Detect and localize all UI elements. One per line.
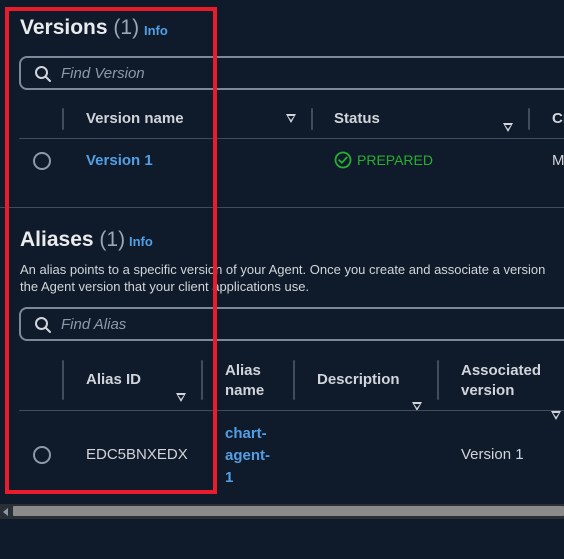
column-header-alias-id[interactable]: Alias ID: [86, 371, 141, 388]
column-header-version-name[interactable]: Version name: [86, 110, 184, 127]
column-header-description[interactable]: Description: [317, 371, 400, 388]
versions-title: Versions: [20, 16, 108, 39]
alias-id-cell: EDC5BNXEDX: [86, 446, 188, 463]
version-search-input[interactable]: Find Version: [19, 56, 564, 90]
alias-name-line: 1: [225, 469, 234, 486]
status-text: PREPARED: [357, 152, 433, 168]
aliases-heading: Aliases (1): [20, 228, 125, 252]
column-separator: [528, 108, 530, 130]
column-separator: [437, 360, 439, 400]
column-header-line: version: [461, 382, 515, 399]
alias-name-line: agent-: [225, 447, 270, 464]
column-header-alias-name[interactable]: Alias name: [225, 361, 264, 401]
column-header-created[interactable]: Cr: [552, 110, 564, 127]
column-header-line: Alias: [225, 362, 261, 379]
column-separator: [62, 360, 64, 400]
sort-icon[interactable]: [286, 114, 296, 123]
aliases-description-line: An alias points to a specific version of…: [20, 262, 546, 277]
alias-search-placeholder: Find Alias: [61, 316, 127, 333]
aliases-description: An alias points to a specific version of…: [20, 261, 545, 295]
versions-info-link[interactable]: Info: [144, 23, 168, 38]
version-row-radio[interactable]: [33, 152, 51, 170]
version-search-placeholder: Find Version: [61, 65, 145, 82]
section-divider: [0, 207, 564, 208]
check-circle-icon: [334, 151, 352, 169]
aliases-info-link[interactable]: Info: [129, 234, 153, 249]
alias-name-link[interactable]: chart- agent- 1: [225, 423, 270, 489]
status-badge: PREPARED: [334, 151, 433, 169]
column-separator: [293, 360, 295, 400]
search-icon: [35, 66, 51, 82]
column-header-line: name: [225, 382, 265, 399]
horizontal-scrollbar[interactable]: [0, 504, 564, 519]
alias-name-line: chart-: [225, 425, 267, 442]
associated-version-cell: Version 1: [461, 446, 524, 463]
column-header-status[interactable]: Status: [334, 110, 380, 127]
aliases-description-line: the Agent version that your client appli…: [20, 279, 310, 294]
search-icon: [35, 317, 51, 333]
alias-search-input[interactable]: Find Alias: [19, 307, 564, 341]
created-cell: M: [552, 152, 564, 169]
column-header-associated-version[interactable]: Associated version: [461, 361, 541, 401]
scrollbar-thumb[interactable]: [13, 506, 564, 516]
sort-icon[interactable]: [551, 411, 561, 420]
sort-icon[interactable]: [176, 393, 186, 402]
alias-row-radio[interactable]: [33, 446, 51, 464]
column-separator: [311, 108, 313, 130]
aliases-title: Aliases: [20, 228, 94, 251]
column-separator: [62, 108, 64, 130]
aliases-count: (1): [99, 228, 126, 251]
table-divider: [19, 138, 564, 139]
column-header-line: Associated: [461, 362, 542, 379]
version-name-link[interactable]: Version 1: [86, 152, 153, 169]
column-separator: [201, 360, 203, 400]
versions-heading: Versions (1): [20, 16, 139, 40]
versions-count: (1): [113, 16, 140, 39]
sort-icon[interactable]: [503, 123, 513, 132]
scroll-left-arrow-icon[interactable]: [3, 508, 8, 516]
table-divider: [19, 410, 564, 411]
